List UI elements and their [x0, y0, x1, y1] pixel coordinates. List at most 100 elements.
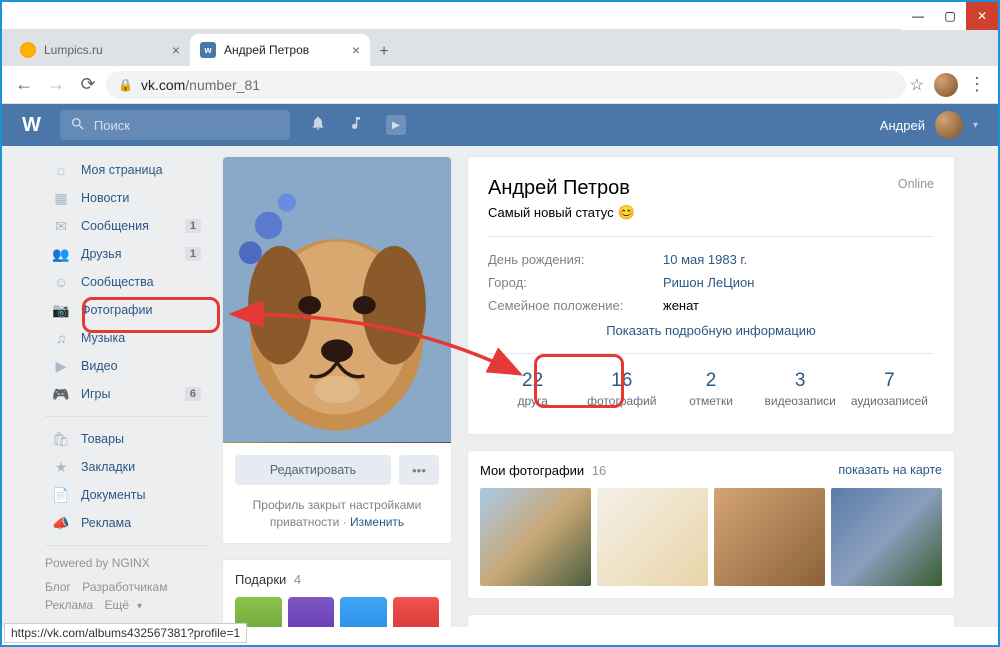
gift-item[interactable]: [288, 597, 335, 627]
browser-tab-lumpics[interactable]: Lumpics.ru ×: [10, 34, 190, 66]
sidebar-item-video[interactable]: ▶Видео: [45, 352, 207, 380]
sidebar-item-messages[interactable]: ✉Сообщения1: [45, 212, 207, 240]
video-icon: ▶: [51, 358, 71, 375]
notifications-icon[interactable]: [310, 115, 326, 136]
show-on-map-link[interactable]: показать на карте: [838, 463, 942, 478]
sidebar-item-photos[interactable]: 📷Фотографии: [45, 296, 207, 324]
tab-close-icon[interactable]: ×: [172, 42, 180, 58]
sidebar-item-games[interactable]: 🎮Игры6: [45, 380, 207, 408]
groups-icon: ☺: [51, 274, 71, 290]
counter-friends[interactable]: 22друга: [488, 366, 577, 414]
counter-tags[interactable]: 2отметки: [666, 366, 755, 414]
sidebar-footer: Powered by NGINX Блог Разработчикам Рекл…: [45, 554, 207, 616]
search-placeholder: Поиск: [94, 118, 130, 133]
sidebar-item-ads[interactable]: 📣Реклама: [45, 509, 207, 537]
profile-avatar-card: Редактировать ••• Профиль закрыт настрой…: [222, 156, 452, 544]
left-nav-sidebar: ⌂Моя страница ▦Новости ✉Сообщения1 👥Друз…: [45, 156, 207, 627]
tab-label: Lumpics.ru: [44, 43, 103, 57]
browser-tab-vk[interactable]: w Андрей Петров ×: [190, 34, 370, 66]
market-icon: 🛍: [51, 431, 71, 448]
sidebar-item-music[interactable]: ♫Музыка: [45, 324, 207, 352]
vk-favicon: w: [200, 42, 216, 58]
url-text: vk.com/number_81: [141, 77, 260, 93]
photo-thumbnail[interactable]: [714, 488, 825, 586]
new-post-card: Что у Вас нового? 📷 🎬 ♫ ≡: [467, 614, 955, 627]
header-user-avatar[interactable]: [935, 111, 963, 139]
footer-link-ads[interactable]: Реклама: [45, 598, 93, 612]
counter-photos[interactable]: 16фотографий: [577, 366, 666, 414]
profile-info-card: Андрей Петров Самый новый статус 😊 Online…: [467, 156, 955, 435]
my-photos-card: Мои фотографии 16 показать на карте: [467, 450, 955, 599]
photos-block-title[interactable]: Мои фотографии: [480, 463, 584, 478]
tab-close-icon[interactable]: ×: [352, 42, 360, 58]
sidebar-item-news[interactable]: ▦Новости: [45, 184, 207, 212]
profile-name: Андрей Петров: [488, 177, 635, 200]
profile-avatar-image[interactable]: [223, 157, 451, 443]
info-value-relationship: женат: [663, 298, 699, 313]
sidebar-item-my-page[interactable]: ⌂Моя страница: [45, 156, 207, 184]
tab-label: Андрей Петров: [224, 43, 309, 57]
message-icon: ✉: [51, 218, 71, 235]
chevron-down-icon[interactable]: ▾: [973, 120, 978, 131]
privacy-notice: Профиль закрыт настройками приватности ·…: [223, 497, 451, 543]
footer-link-dev[interactable]: Разработчикам: [82, 580, 167, 594]
gifts-title[interactable]: Подарки: [235, 572, 286, 587]
play-button-icon[interactable]: ▶: [386, 115, 406, 135]
info-value-birthday[interactable]: 10 мая 1983 г.: [663, 252, 747, 267]
header-user-name[interactable]: Андрей: [880, 118, 925, 133]
photo-thumbnail[interactable]: [480, 488, 591, 586]
vk-search-box[interactable]: Поиск: [60, 110, 290, 140]
edit-profile-button[interactable]: Редактировать: [235, 455, 391, 485]
sidebar-item-friends[interactable]: 👥Друзья1: [45, 240, 207, 268]
browser-toolbar: ← → ⟳ 🔒 vk.com/number_81 ☆ ⋮: [2, 66, 998, 104]
more-actions-button[interactable]: •••: [399, 455, 439, 485]
footer-link-more[interactable]: Ещё: [104, 598, 129, 612]
sidebar-item-documents[interactable]: 📄Документы: [45, 481, 207, 509]
online-status: Online: [898, 177, 934, 191]
counter-audio[interactable]: 7аудиозаписей: [845, 366, 934, 414]
address-bar[interactable]: 🔒 vk.com/number_81: [106, 71, 906, 99]
info-label-birthday: День рождения:: [488, 252, 663, 267]
reload-button[interactable]: ⟳: [74, 71, 102, 99]
lumpics-favicon: [20, 42, 36, 58]
new-tab-button[interactable]: +: [370, 38, 398, 66]
gift-item[interactable]: [393, 597, 440, 627]
sidebar-item-market[interactable]: 🛍Товары: [45, 425, 207, 453]
counter-videos[interactable]: 3видеозаписи: [756, 366, 845, 414]
docs-icon: 📄: [51, 487, 71, 504]
photo-thumbnail[interactable]: [831, 488, 942, 586]
music-icon[interactable]: [348, 115, 364, 136]
bookmark-star-icon[interactable]: ☆: [910, 75, 924, 95]
window-titlebar: — ▢ ✕: [2, 2, 998, 30]
home-icon: ⌂: [51, 162, 71, 178]
friends-icon: 👥: [51, 246, 71, 263]
smile-emoji: 😊: [618, 204, 635, 221]
browser-menu-icon[interactable]: ⋮: [968, 74, 986, 95]
bookmark-icon: ★: [51, 459, 71, 476]
profile-status-text[interactable]: Самый новый статус: [488, 205, 614, 220]
vk-logo[interactable]: W: [22, 114, 40, 137]
gifts-count: 4: [294, 572, 301, 587]
footer-link-blog[interactable]: Блог: [45, 580, 71, 594]
window-minimize-button[interactable]: —: [902, 2, 934, 30]
music-nav-icon: ♫: [51, 330, 71, 346]
privacy-change-link[interactable]: Изменить: [350, 515, 404, 529]
games-icon: 🎮: [51, 386, 71, 403]
forward-button[interactable]: →: [42, 71, 70, 99]
gift-item[interactable]: [340, 597, 387, 627]
browser-profile-avatar[interactable]: [934, 73, 958, 97]
news-icon: ▦: [51, 190, 71, 207]
photo-thumbnail[interactable]: [597, 488, 708, 586]
show-full-info-link[interactable]: Показать подробную информацию: [488, 323, 934, 338]
window-close-button[interactable]: ✕: [966, 2, 998, 30]
info-label-relationship: Семейное положение:: [488, 298, 663, 313]
browser-tab-strip: Lumpics.ru × w Андрей Петров × +: [2, 30, 998, 66]
gifts-card: Подарки 4: [222, 559, 452, 627]
browser-status-bar: https://vk.com/albums432567381?profile=1: [4, 623, 247, 643]
sidebar-item-communities[interactable]: ☺Сообщества: [45, 268, 207, 296]
sidebar-item-bookmarks[interactable]: ★Закладки: [45, 453, 207, 481]
window-maximize-button[interactable]: ▢: [934, 2, 966, 30]
back-button[interactable]: ←: [10, 71, 38, 99]
info-value-city[interactable]: Ришон ЛеЦион: [663, 275, 754, 290]
vk-top-header: W Поиск ▶ Андрей ▾: [2, 104, 998, 146]
